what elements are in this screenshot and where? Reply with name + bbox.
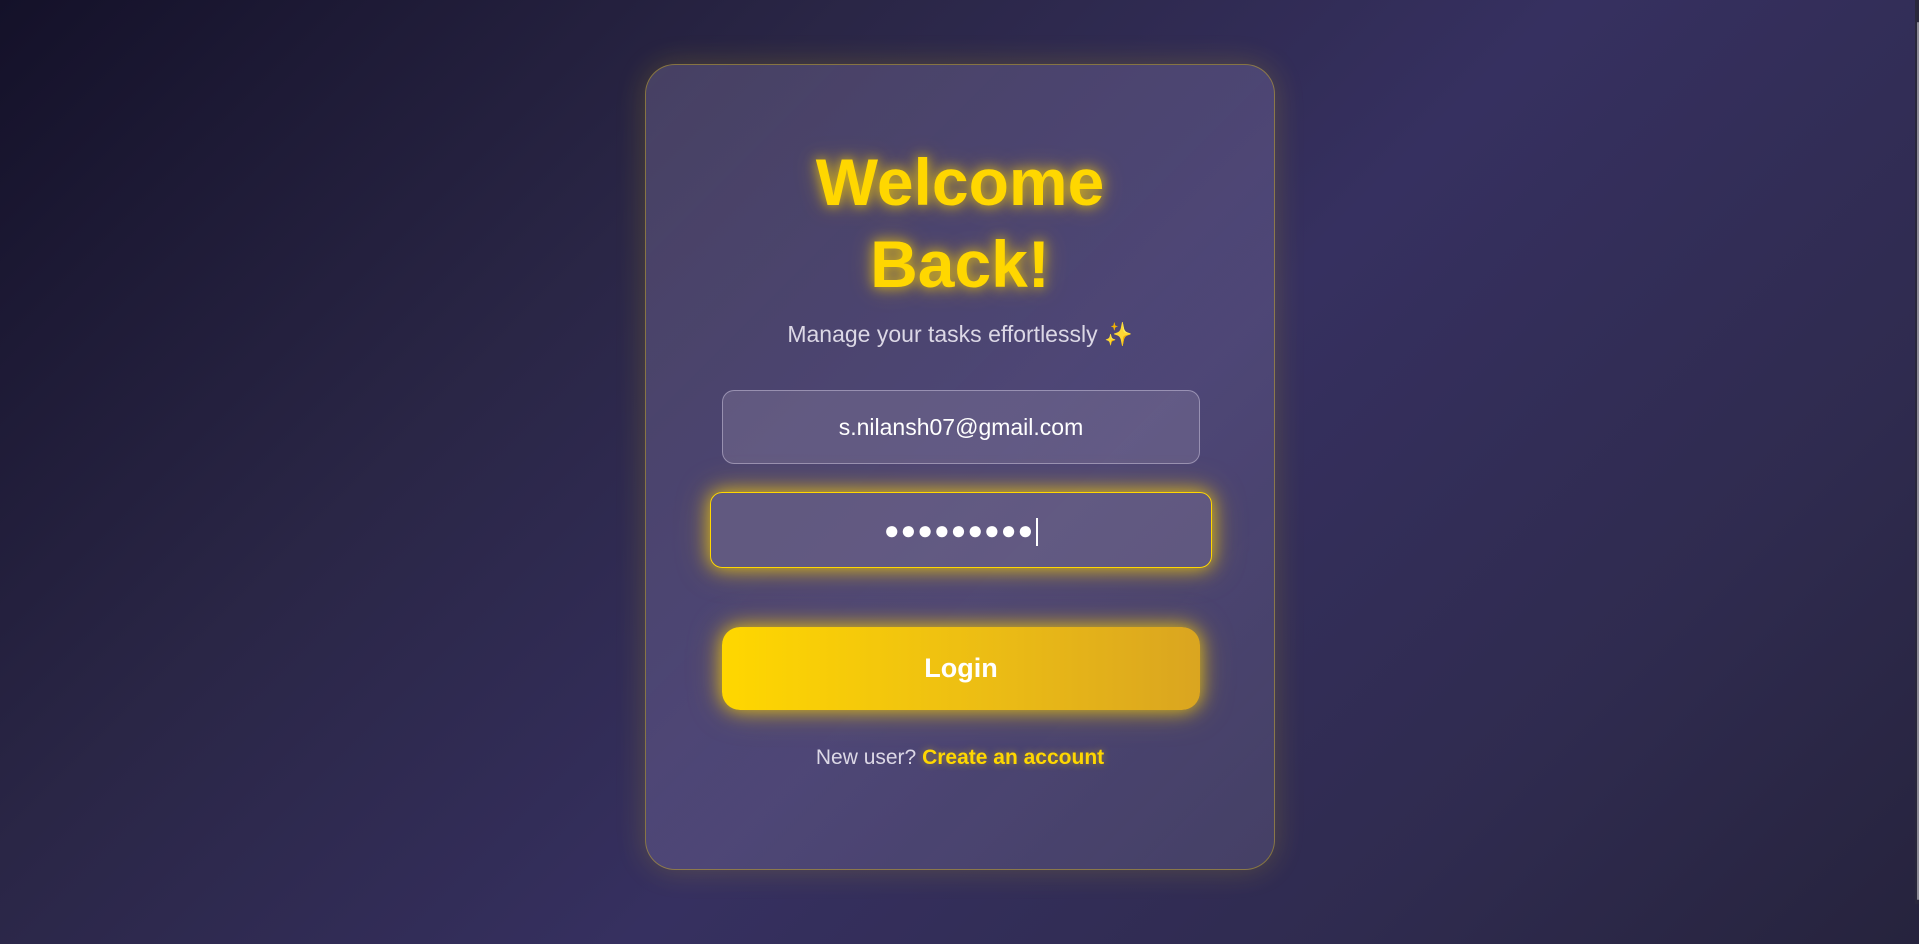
page-background: Welcome Back! Manage your tasks effortle… bbox=[0, 0, 1919, 944]
sparkles-icon: ✨ bbox=[1103, 321, 1133, 347]
subtitle: Manage your tasks effortlessly ✨ bbox=[646, 321, 1274, 348]
email-field[interactable]: s.nilansh07@gmail.com bbox=[722, 390, 1200, 464]
password-field[interactable]: ●●●●●●●●● bbox=[710, 492, 1212, 568]
text-caret bbox=[1036, 518, 1039, 547]
title-line-1: Welcome bbox=[815, 145, 1105, 219]
vertical-scrollbar[interactable] bbox=[1915, 0, 1919, 904]
create-account-link[interactable]: Create an account bbox=[922, 746, 1104, 769]
email-value: s.nilansh07@gmail.com bbox=[838, 414, 1084, 440]
new-user-text: New user? bbox=[815, 746, 917, 769]
page-title: Welcome Back! bbox=[646, 141, 1274, 305]
register-prompt: New user? Create an account bbox=[646, 746, 1274, 770]
login-card: Welcome Back! Manage your tasks effortle… bbox=[645, 64, 1275, 870]
login-button[interactable]: Login bbox=[722, 627, 1200, 710]
subtitle-text: Manage your tasks effortlessly bbox=[787, 321, 1098, 347]
title-line-2: Back! bbox=[870, 227, 1050, 301]
password-value: ●●●●●●●●● bbox=[883, 515, 1035, 545]
